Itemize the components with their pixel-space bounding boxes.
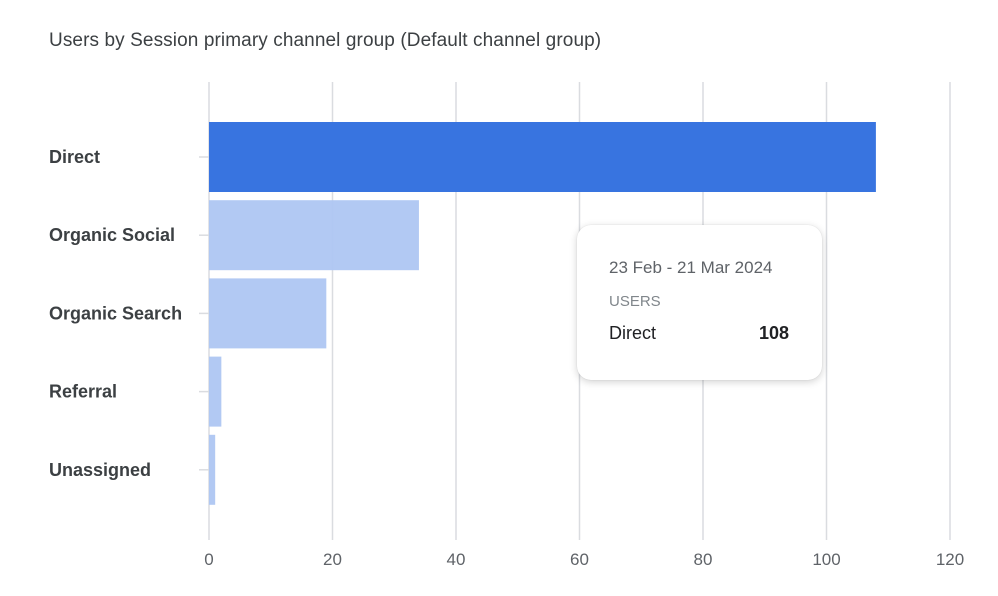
x-tick-label: 20 [323, 550, 342, 569]
bar [209, 122, 876, 192]
x-tick-label: 100 [812, 550, 840, 569]
tooltip: 23 Feb - 21 Mar 2024 USERS Direct 108 [577, 225, 822, 380]
category-label: Referral [49, 382, 117, 402]
bar-chart: Direct Organic Social Organic Search Referr… [49, 82, 964, 569]
x-tick-label: 60 [570, 550, 589, 569]
category-labels: Direct Organic Social Organic Search Referr… [49, 147, 182, 480]
x-tick-label: 0 [204, 550, 213, 569]
x-tick-label: 120 [936, 550, 964, 569]
category-ticks [199, 156, 209, 471]
tooltip-metric: USERS [609, 293, 661, 310]
bar [209, 356, 222, 427]
bar [209, 278, 327, 349]
category-label: Organic Search [49, 303, 182, 323]
x-tick-label: 80 [694, 550, 713, 569]
bar [209, 200, 419, 271]
tooltip-category: Direct [609, 323, 657, 343]
bar [209, 434, 216, 505]
category-label: Organic Social [49, 225, 175, 245]
category-label: Unassigned [49, 460, 151, 480]
x-tick-labels: 0 20 40 60 80 100 120 [204, 550, 964, 569]
x-tick-label: 40 [447, 550, 466, 569]
tooltip-date-range: 23 Feb - 21 Mar 2024 [609, 258, 773, 277]
category-label: Direct [49, 147, 100, 167]
tooltip-value: 108 [758, 323, 789, 343]
